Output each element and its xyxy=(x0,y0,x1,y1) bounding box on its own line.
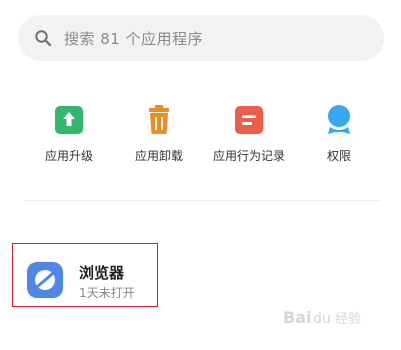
action-label: 权限 xyxy=(326,149,351,163)
app-name: 浏览器 xyxy=(79,264,125,282)
browser-icon xyxy=(27,262,63,298)
search-placeholder: 搜索 81 个应用程序 xyxy=(64,29,204,48)
action-permission[interactable]: 权限 xyxy=(294,103,384,164)
action-label: 应用卸载 xyxy=(134,149,183,163)
action-behavior-record[interactable]: 应用行为记录 xyxy=(204,103,294,164)
search-bar[interactable]: 搜索 81 个应用程序 xyxy=(18,15,384,61)
action-label: 应用升级 xyxy=(44,149,93,163)
upgrade-icon xyxy=(52,103,86,137)
section-divider xyxy=(24,200,380,201)
svg-text:du: du xyxy=(313,311,331,327)
action-app-uninstall[interactable]: 应用卸载 xyxy=(114,103,204,164)
svg-text:经验: 经验 xyxy=(335,311,361,327)
app-status: 1天未打开 xyxy=(79,286,135,300)
trash-icon xyxy=(142,103,176,137)
action-label: 应用行为记录 xyxy=(212,149,285,163)
permission-icon xyxy=(322,103,356,137)
app-list-item[interactable]: 浏览器 1天未打开 xyxy=(12,243,158,307)
watermark-logo: Bai du 经验 xyxy=(283,304,383,330)
search-icon xyxy=(34,29,52,47)
record-icon xyxy=(232,103,266,137)
action-app-upgrade[interactable]: 应用升级 xyxy=(24,103,114,164)
svg-text:Bai: Bai xyxy=(283,308,311,327)
